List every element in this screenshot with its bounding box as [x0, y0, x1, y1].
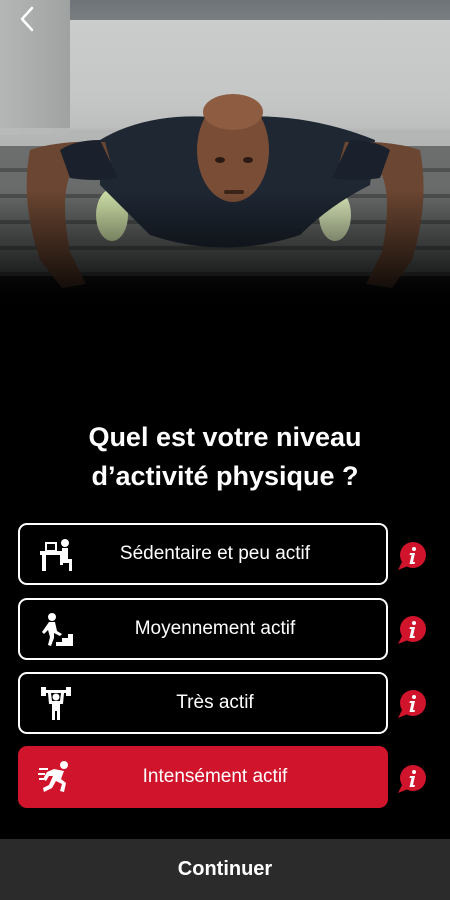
back-button[interactable]: [12, 4, 42, 34]
info-bubble-icon[interactable]: [396, 614, 428, 646]
option-label: Sédentaire et peu actif: [119, 543, 311, 564]
option-label: Moyennement actif: [134, 618, 296, 639]
stairs-walker-icon: [38, 612, 74, 648]
page-title-line-1: Quel est votre niveau: [88, 422, 362, 452]
desk-worker-icon: [38, 537, 74, 573]
info-bubble-icon[interactable]: [396, 540, 428, 572]
option-sedentary[interactable]: Sédentaire et peu actif: [18, 523, 388, 585]
option-label: Très actif: [176, 692, 254, 713]
chevron-left-icon: [20, 6, 34, 32]
info-bubble-icon[interactable]: [396, 688, 428, 720]
runner-icon: [38, 760, 74, 796]
hero-image: [0, 0, 450, 310]
info-bubble-icon[interactable]: [396, 763, 428, 795]
option-very-active[interactable]: Très actif: [18, 672, 388, 734]
weightlifter-icon: [38, 686, 74, 722]
option-intensely-active[interactable]: Intensément actif: [18, 746, 388, 808]
page-title: Quel est votre niveau d’activité physiqu…: [0, 418, 450, 496]
continue-button-label: Continuer: [177, 858, 273, 880]
option-label: Intensément actif: [142, 766, 288, 787]
page-title-line-2: d’activité physique ?: [91, 461, 359, 491]
hero-fade-overlay: [0, 190, 450, 310]
option-moderately-active[interactable]: Moyennement actif: [18, 598, 388, 660]
continue-button[interactable]: Continuer: [0, 839, 450, 900]
